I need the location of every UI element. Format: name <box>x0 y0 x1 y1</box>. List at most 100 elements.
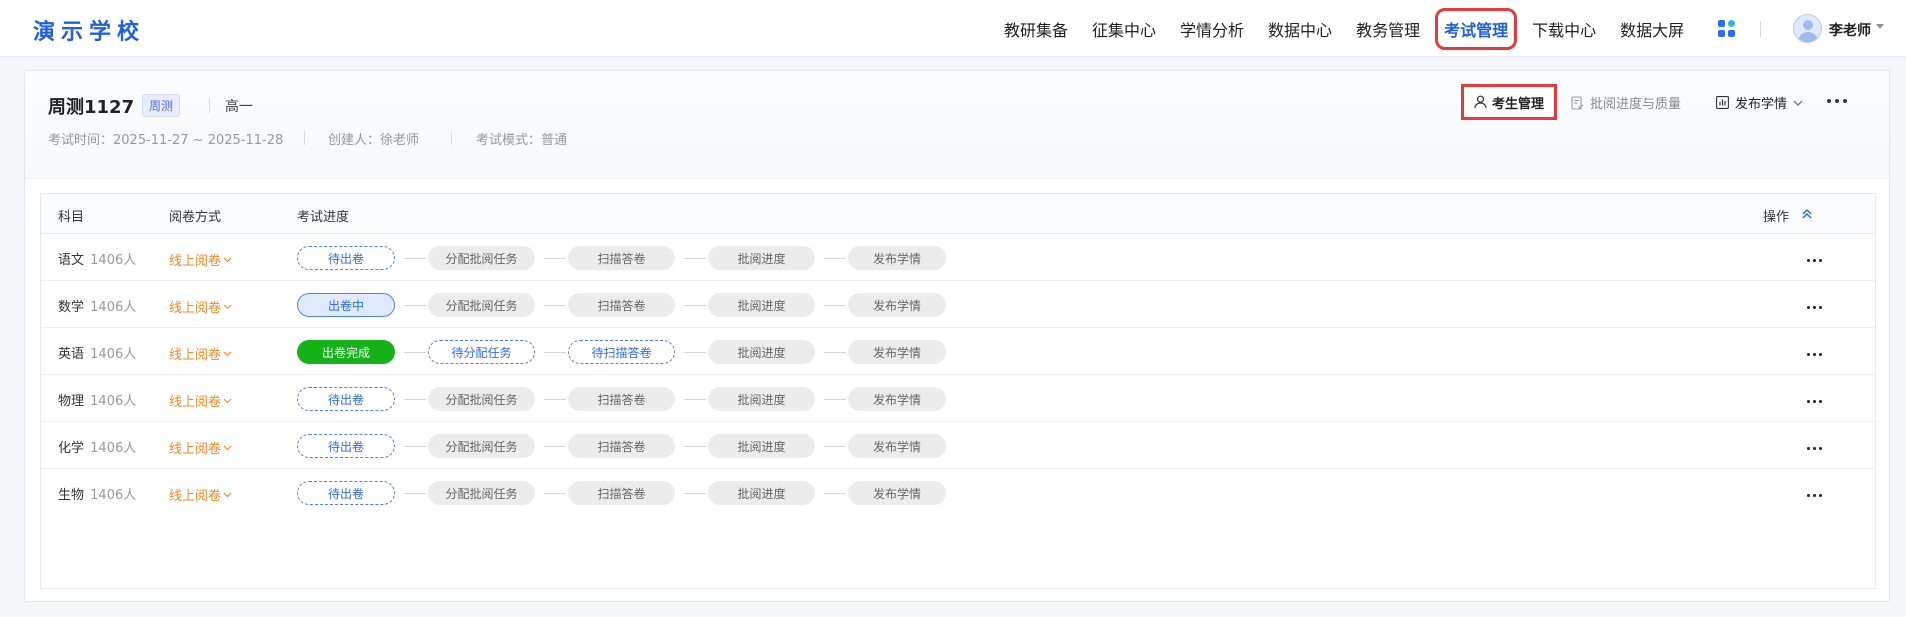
nav-item-0[interactable]: 教研集备 <box>1004 17 1068 41</box>
progress-step[interactable]: 批阅进度 <box>708 293 815 317</box>
divider <box>209 99 210 113</box>
progress-step[interactable]: 扫描答卷 <box>568 387 675 411</box>
progress-step[interactable]: 扫描答卷 <box>568 481 675 505</box>
progress-step[interactable]: 待扫描答卷 <box>568 340 675 364</box>
divider <box>451 131 452 145</box>
subject-cell: 物理 1406人 <box>58 390 136 409</box>
chevron-down-icon <box>223 445 232 450</box>
step-connector <box>684 493 706 494</box>
nav-item-4[interactable]: 教务管理 <box>1356 17 1420 41</box>
step-connector <box>544 305 566 306</box>
publish-report-dropdown[interactable]: 发布学情 <box>1716 93 1803 112</box>
nav-item-5[interactable]: 考试管理 <box>1435 7 1518 50</box>
user-icon <box>1474 95 1487 109</box>
chevron-down-icon <box>223 492 232 497</box>
progress-step[interactable]: 扫描答卷 <box>568 293 675 317</box>
progress-step[interactable]: 分配批阅任务 <box>428 246 535 270</box>
subject-name: 化学 <box>58 441 85 456</box>
progress-step[interactable]: 发布学情 <box>848 434 946 458</box>
grading-mode-label: 线上阅卷 <box>169 489 222 504</box>
progress-step[interactable]: 出卷完成 <box>297 340 395 364</box>
nav-item-1[interactable]: 征集中心 <box>1092 17 1156 41</box>
exam-type-tag: 周测 <box>142 94 181 117</box>
row-more-icon[interactable] <box>1807 447 1825 451</box>
progress-step[interactable]: 待出卷 <box>297 246 395 270</box>
grading-mode-label: 线上阅卷 <box>169 348 222 363</box>
student-manage-button[interactable]: 考生管理 <box>1461 84 1557 120</box>
progress-step[interactable]: 批阅进度 <box>708 340 815 364</box>
progress-step[interactable]: 批阅进度 <box>708 246 815 270</box>
student-count: 1406人 <box>90 300 137 315</box>
header-ops: 操作 <box>1763 210 1790 225</box>
divider <box>304 131 305 145</box>
grading-mode-dropdown[interactable]: 线上阅卷 <box>169 297 232 316</box>
chevron-down-icon <box>223 257 232 262</box>
row-more-icon[interactable] <box>1807 400 1825 404</box>
grading-mode-dropdown[interactable]: 线上阅卷 <box>169 438 232 457</box>
step-connector <box>824 258 846 259</box>
step-connector <box>404 258 426 259</box>
user-menu-caret-icon[interactable] <box>1876 24 1884 29</box>
more-options-icon[interactable] <box>1827 99 1849 105</box>
progress-step[interactable]: 发布学情 <box>848 293 946 317</box>
row-more-icon[interactable] <box>1807 494 1825 498</box>
grading-mode-dropdown[interactable]: 线上阅卷 <box>169 250 232 269</box>
progress-step[interactable]: 发布学情 <box>848 481 946 505</box>
collapse-up-icon[interactable] <box>1798 205 1816 223</box>
progress-step[interactable]: 分配批阅任务 <box>428 387 535 411</box>
chevron-down-icon <box>223 398 232 403</box>
progress-step[interactable]: 待出卷 <box>297 434 395 458</box>
exam-card: 周测1127 周测 高一 考试时间：2025-11-27 ~ 2025-11-2… <box>24 70 1890 602</box>
row-more-icon[interactable] <box>1807 306 1825 310</box>
step-connector <box>684 352 706 353</box>
progress-step[interactable]: 待出卷 <box>297 481 395 505</box>
grading-mode-label: 线上阅卷 <box>169 301 222 316</box>
progress-step[interactable]: 待分配任务 <box>428 340 535 364</box>
grading-mode-dropdown[interactable]: 线上阅卷 <box>169 391 232 410</box>
progress-step[interactable]: 发布学情 <box>848 246 946 270</box>
student-count: 1406人 <box>90 394 137 409</box>
nav-item-6[interactable]: 下载中心 <box>1532 17 1596 41</box>
step-connector <box>544 399 566 400</box>
step-connector <box>404 399 426 400</box>
top-navbar: 演示学校 教研集备 征集中心 学情分析 数据中心 教务管理 考试管理 下载中心 数据大屏 李老… <box>0 0 1906 57</box>
step-connector <box>684 399 706 400</box>
grid-apps-icon[interactable] <box>1718 20 1735 37</box>
progress-step[interactable]: 批阅进度 <box>708 481 815 505</box>
grading-mode-dropdown[interactable]: 线上阅卷 <box>169 344 232 363</box>
nav-item-7[interactable]: 数据大屏 <box>1620 17 1684 41</box>
student-manage-label: 考生管理 <box>1491 96 1544 112</box>
review-quality-button[interactable]: 批阅进度与质量 <box>1571 93 1681 112</box>
row-more-icon[interactable] <box>1807 259 1825 263</box>
progress-step[interactable]: 批阅进度 <box>708 387 815 411</box>
progress-step[interactable]: 发布学情 <box>848 387 946 411</box>
progress-step[interactable]: 分配批阅任务 <box>428 481 535 505</box>
table-header: 科目 阅卷方式 考试进度 操作 <box>41 194 1875 234</box>
progress-step[interactable]: 出卷中 <box>297 293 395 317</box>
chevron-down-icon <box>223 351 232 356</box>
user-name[interactable]: 李老师 <box>1829 20 1871 40</box>
user-avatar-icon[interactable] <box>1793 14 1822 43</box>
progress-step[interactable]: 批阅进度 <box>708 434 815 458</box>
step-connector <box>824 493 846 494</box>
row-more-icon[interactable] <box>1807 353 1825 357</box>
progress-step[interactable]: 分配批阅任务 <box>428 434 535 458</box>
subject-cell: 语文 1406人 <box>58 249 136 268</box>
nav-item-3[interactable]: 数据中心 <box>1268 17 1332 41</box>
header-progress: 考试进度 <box>297 210 350 225</box>
nav-item-2[interactable]: 学情分析 <box>1180 17 1244 41</box>
header-mode: 阅卷方式 <box>169 210 222 225</box>
step-connector <box>824 399 846 400</box>
step-connector <box>544 352 566 353</box>
grading-mode-dropdown[interactable]: 线上阅卷 <box>169 485 232 504</box>
step-connector <box>544 493 566 494</box>
progress-step[interactable]: 待出卷 <box>297 387 395 411</box>
step-connector <box>404 352 426 353</box>
progress-step[interactable]: 分配批阅任务 <box>428 293 535 317</box>
step-connector <box>684 258 706 259</box>
progress-step[interactable]: 扫描答卷 <box>568 246 675 270</box>
progress-step[interactable]: 发布学情 <box>848 340 946 364</box>
progress-step[interactable]: 扫描答卷 <box>568 434 675 458</box>
chevron-down-icon <box>1793 100 1803 106</box>
school-logo[interactable]: 演示学校 <box>33 14 145 46</box>
